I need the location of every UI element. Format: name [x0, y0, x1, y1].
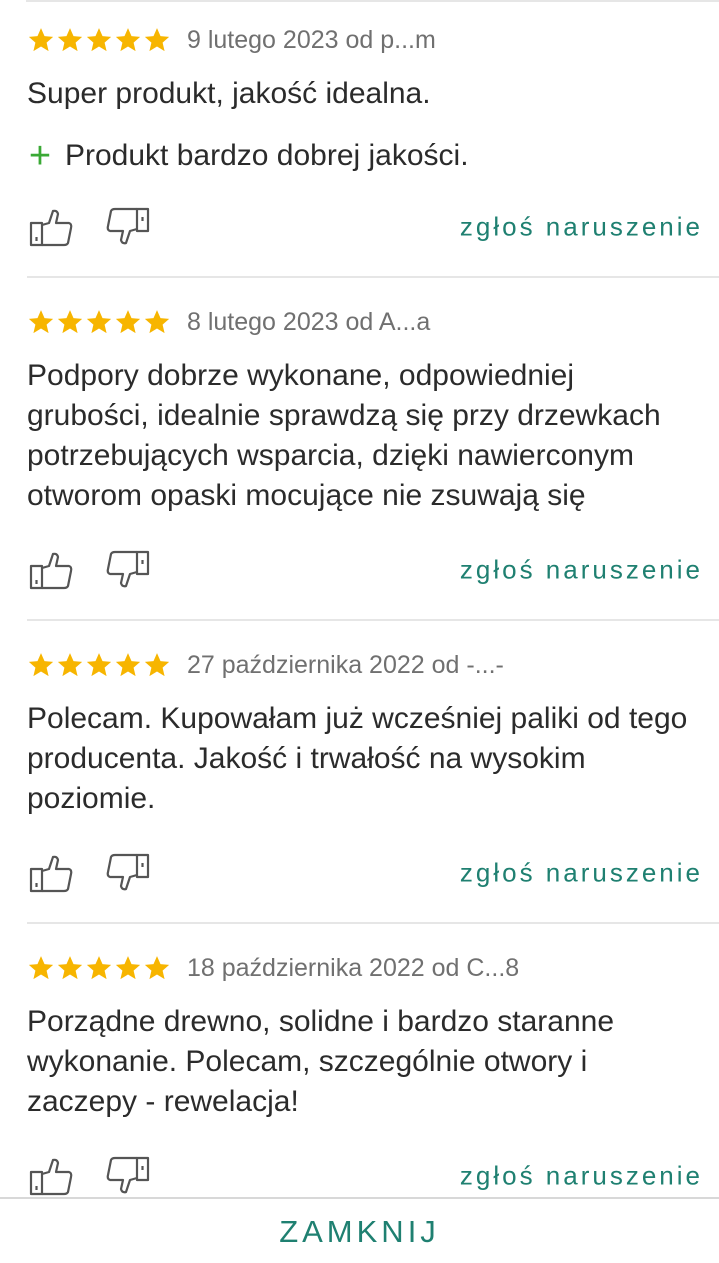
- star-icon: [115, 310, 141, 334]
- reviews-viewport[interactable]: 9 lutego 2023 od p...m Super produkt, ja…: [0, 0, 719, 1197]
- review-meta: 18 października 2022 od C...8: [187, 953, 520, 982]
- review-actions: zgłoś naruszenie: [27, 197, 711, 257]
- thumbs-up-icon: [29, 552, 73, 590]
- thumbs-up-button[interactable]: [27, 203, 77, 251]
- thumbs-up-button[interactable]: [27, 546, 77, 594]
- star-icon: [57, 310, 83, 334]
- thumbs-down-button[interactable]: [104, 546, 154, 594]
- review-meta: 8 lutego 2023 od A...a: [187, 307, 431, 336]
- review-text: Porządne drewno, solidne i bardzo staran…: [27, 1005, 615, 1118]
- star-icon: [57, 956, 83, 980]
- star-rating: [27, 651, 171, 679]
- star-rating: [27, 308, 171, 336]
- star-icon: [86, 956, 112, 980]
- star-rating: [27, 954, 171, 982]
- star-icon: [57, 28, 83, 52]
- star-icon: [115, 653, 141, 677]
- thumbs-down-icon: [106, 853, 150, 891]
- review-header: 8 lutego 2023 od A...a: [27, 302, 711, 342]
- star-icon: [144, 28, 170, 52]
- star-icon: [28, 310, 54, 334]
- plus-icon: +: [28, 135, 52, 177]
- review-text: Polecam. Kupowałam już wcześniej paliki …: [27, 702, 688, 815]
- report-link[interactable]: zgłoś naruszenie: [460, 1161, 703, 1192]
- review-item: 9 lutego 2023 od p...m Super produkt, ja…: [0, 0, 719, 278]
- thumbs-down-icon: [106, 550, 150, 588]
- report-link[interactable]: zgłoś naruszenie: [460, 212, 703, 243]
- review-item: 18 października 2022 od C...8 Porządne d…: [0, 924, 719, 1197]
- review-list: 9 lutego 2023 od p...m Super produkt, ja…: [0, 0, 719, 1197]
- review-actions: zgłoś naruszenie: [27, 1146, 711, 1197]
- review-header: 9 lutego 2023 od p...m: [27, 20, 711, 60]
- report-link[interactable]: zgłoś naruszenie: [460, 555, 703, 586]
- review-header: 27 października 2022 od -...-: [27, 645, 711, 685]
- review-meta: 9 lutego 2023 od p...m: [187, 25, 436, 54]
- star-icon: [115, 28, 141, 52]
- thumbs-up-icon: [29, 1158, 73, 1196]
- thumbs-up-icon: [29, 855, 73, 893]
- star-icon: [115, 956, 141, 980]
- thumbs-down-button[interactable]: [104, 1152, 154, 1197]
- review-item: 8 lutego 2023 od A...a Podpory dobrze wy…: [0, 278, 719, 621]
- star-icon: [144, 310, 170, 334]
- report-link[interactable]: zgłoś naruszenie: [460, 858, 703, 889]
- thumbs-up-button[interactable]: [27, 849, 77, 897]
- close-button[interactable]: ZAMKNIJ: [279, 1212, 440, 1250]
- star-icon: [86, 310, 112, 334]
- review-pro-text: Produkt bardzo dobrej jakości.: [65, 139, 469, 172]
- thumbs-up-button[interactable]: [27, 1152, 77, 1197]
- thumbs-down-button[interactable]: [104, 849, 154, 897]
- review-pro: + Produkt bardzo dobrej jakości.: [27, 136, 711, 176]
- review-text: Podpory dobrze wykonane, odpowiedniej gr…: [27, 359, 661, 512]
- star-icon: [86, 28, 112, 52]
- review-meta: 27 października 2022 od -...-: [187, 650, 504, 679]
- star-icon: [28, 956, 54, 980]
- star-icon: [144, 653, 170, 677]
- review-actions: zgłoś naruszenie: [27, 540, 711, 600]
- footer-bar: ZAMKNIJ: [0, 1197, 719, 1263]
- star-icon: [28, 28, 54, 52]
- thumbs-down-icon: [106, 207, 150, 245]
- review-header: 18 października 2022 od C...8: [27, 948, 711, 988]
- star-icon: [28, 653, 54, 677]
- review-text: Super produkt, jakość idealna.: [27, 77, 431, 110]
- star-icon: [144, 956, 170, 980]
- thumbs-down-icon: [106, 1156, 150, 1194]
- thumbs-down-button[interactable]: [104, 203, 154, 251]
- star-rating: [27, 26, 171, 54]
- review-actions: zgłoś naruszenie: [27, 843, 711, 903]
- review-item: 27 października 2022 od -...- Polecam. K…: [0, 621, 719, 924]
- star-icon: [57, 653, 83, 677]
- star-icon: [86, 653, 112, 677]
- thumbs-up-icon: [29, 209, 73, 247]
